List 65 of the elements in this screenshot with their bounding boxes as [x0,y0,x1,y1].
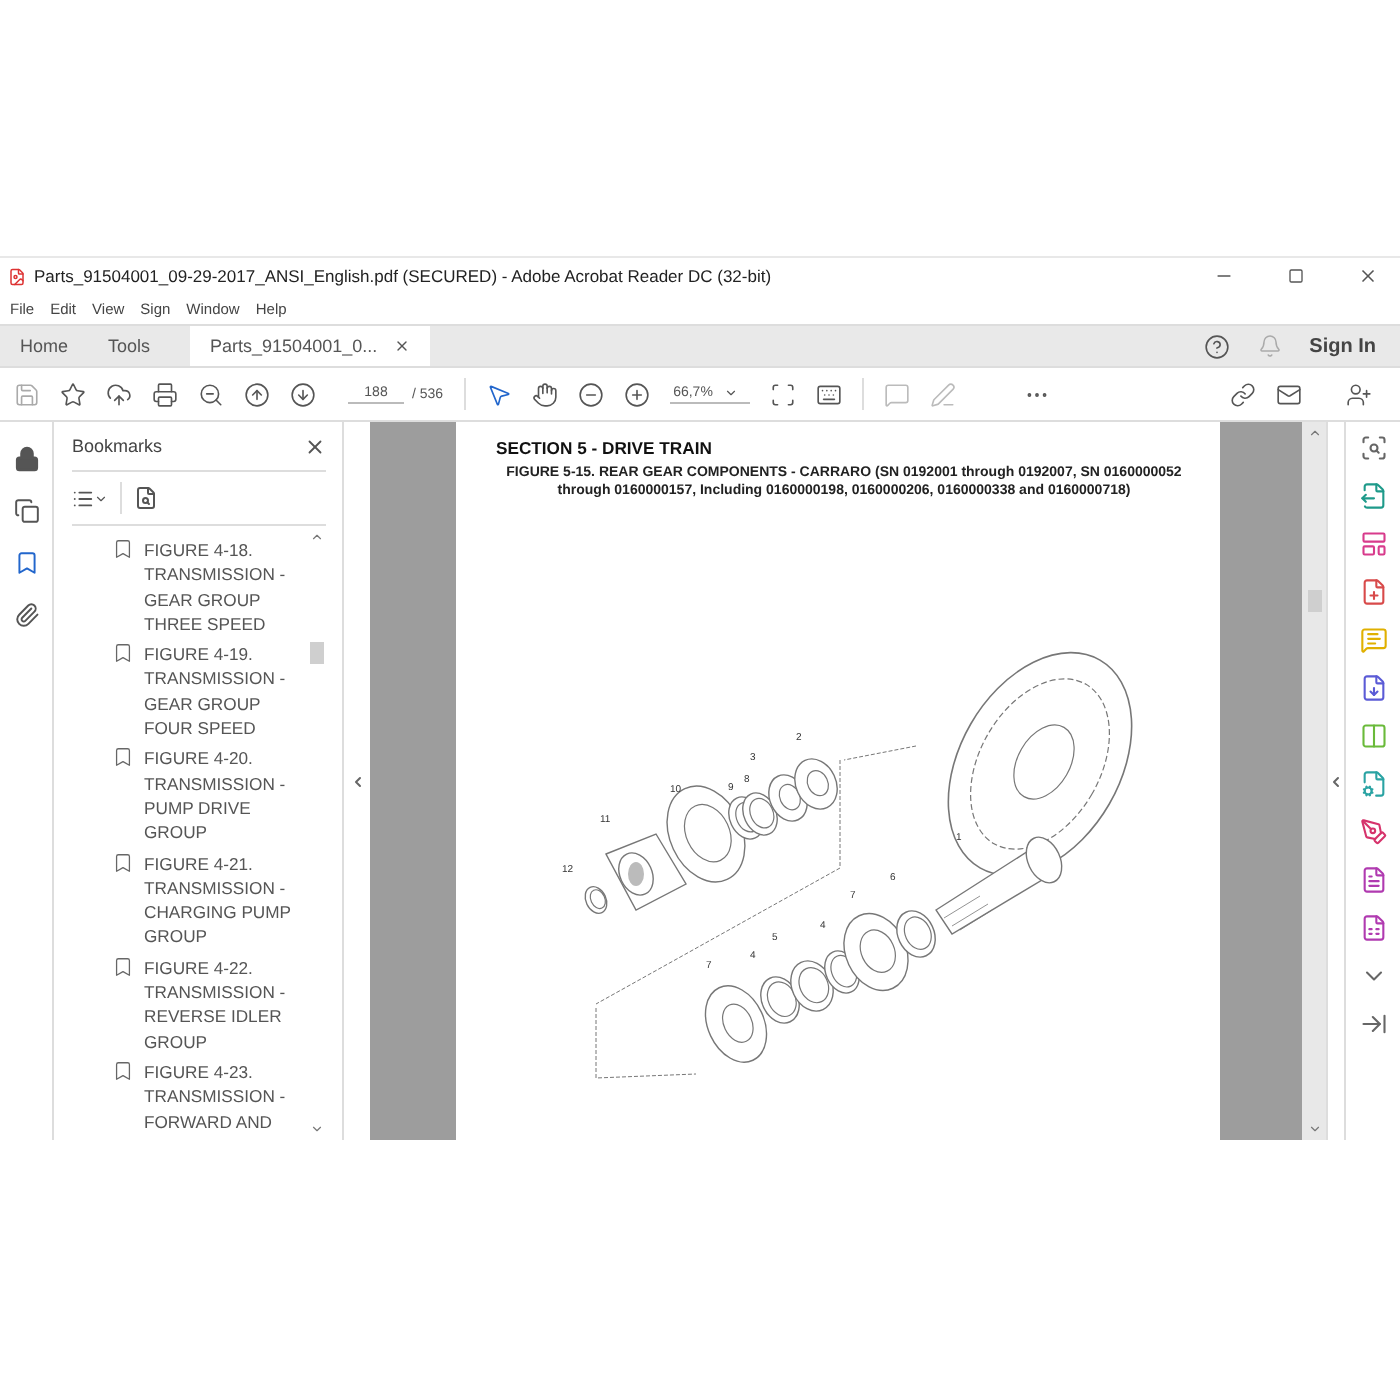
bookmark-icon [112,642,134,667]
tab[interactable]: Home [0,326,89,366]
share-link-icon[interactable] [1230,381,1256,407]
bookmark-icon[interactable] [13,550,39,576]
scroll-up-icon[interactable] [310,530,324,544]
collapse-tools-icon[interactable] [1328,773,1344,789]
bookmark-icon [112,1059,134,1084]
tab[interactable]: Tools [88,326,171,366]
mail-icon[interactable] [1276,381,1302,407]
form-file-icon[interactable] [1359,914,1387,942]
find-bookmark-icon[interactable] [134,486,158,510]
cloud-upload-icon[interactable] [106,381,132,407]
file-gear-icon[interactable] [1359,770,1387,798]
scroll-thumb[interactable] [1307,590,1321,612]
zoom-in-icon[interactable] [623,381,650,407]
pen-icon[interactable] [1359,818,1387,846]
bookmark-item[interactable]: FIGURE 4-19. TRANSMISSION - GEAR GROUP FOUR SPEED [144,642,292,741]
scroll-mode-icon[interactable] [815,381,842,407]
help-icon[interactable] [1203,333,1230,359]
bookmark-item[interactable]: FIGURE 4-20. TRANSMISSION - PUMP DRIVE GROUP [144,746,292,846]
file-icon[interactable] [1359,866,1387,894]
file-download-icon[interactable] [1359,674,1387,702]
bookmark-item[interactable]: FIGURE 4-23. TRANSMISSION - FORWARD AND [144,1059,292,1134]
close-icon[interactable] [304,435,326,457]
bookmark-icon [112,955,134,980]
bookmark-icon [112,746,134,771]
panel-title: Bookmarks [72,436,163,456]
bookmark-item[interactable]: FIGURE 4-21. TRANSMISSION - CHARGING PUMP GROUP [144,851,292,950]
layout-icon[interactable] [1359,530,1387,558]
zoom-out-icon[interactable] [577,381,604,407]
next-page-icon[interactable] [290,381,316,407]
lock-icon[interactable] [13,446,39,472]
add-user-icon[interactable] [1346,381,1372,407]
window-title: Parts_91504001_09-29-2017_ANSI_English.pdf (SECURED) - Adobe Acrobat Reader DC (32-bit) [34,266,774,286]
options-icon[interactable] [72,487,108,509]
printer-icon[interactable] [152,381,178,407]
scroll-down-icon[interactable] [1307,1122,1321,1136]
bookmark-item[interactable]: FIGURE 4-22. TRANSMISSION - REVERSE IDLER GROUP [144,955,292,1054]
scroll-down-icon[interactable] [310,1122,324,1136]
caret-icon [724,386,739,400]
scroll-thumb[interactable] [310,642,324,664]
scroll-up-icon[interactable] [1307,426,1321,440]
previous-page-icon[interactable] [244,381,270,407]
cursor-icon[interactable] [485,381,512,407]
bookmark-item[interactable]: FIGURE 4-18. TRANSMISSION - GEAR GROUP THREE SPEED [144,538,292,637]
pdf-file-icon [8,267,26,285]
file-plus-icon[interactable] [1359,578,1387,606]
tab[interactable]: Parts_91504001_0... [190,326,431,366]
search-icon[interactable] [1359,434,1387,462]
hand-icon[interactable] [531,381,558,407]
paperclip-icon[interactable] [13,602,39,628]
zoom-out-icon[interactable] [198,381,224,407]
sign-in-button[interactable]: Sign In [1309,335,1376,357]
file-export-icon[interactable] [1359,482,1387,510]
pages-icon[interactable] [13,498,39,524]
collapse-icon[interactable] [1359,1010,1387,1038]
fit-page-icon[interactable] [769,381,796,407]
star-icon[interactable] [60,381,86,407]
close-icon[interactable] [1358,266,1378,286]
bookmark-icon [112,851,134,876]
bookmark-icon [112,538,134,562]
collapse-panel-icon[interactable] [349,773,365,789]
section-title: SECTION 5 - DRIVE TRAIN [496,438,714,458]
close-tab-icon[interactable] [393,338,410,354]
maximize-icon[interactable] [1288,268,1304,284]
